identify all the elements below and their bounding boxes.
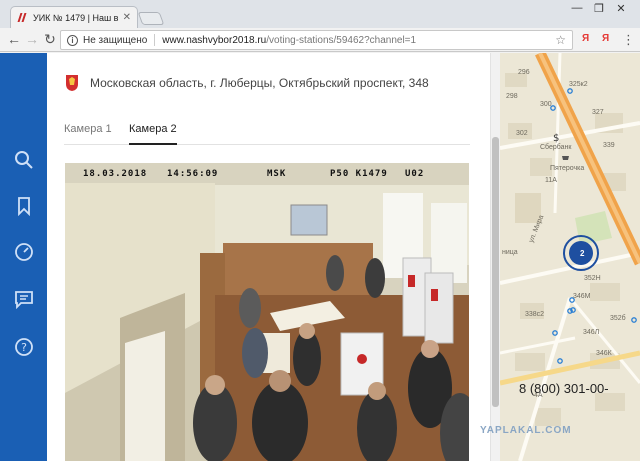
- web-page: ? Московская область, г. Люберцы, Октябр…: [0, 53, 640, 461]
- side-navigation: ?: [0, 53, 47, 461]
- yandex-extension-icon[interactable]: Я: [582, 33, 589, 44]
- browser-tabstrip: УИК № 1479 | Наш выбо ✕ — ❐ ✕: [0, 0, 640, 28]
- map-label: 346М: [573, 293, 591, 300]
- map-label: Сбербанк: [540, 144, 572, 151]
- security-label: Не защищено: [83, 34, 148, 46]
- url-path: /voting-stations/59462?channel=1: [266, 34, 417, 46]
- map-label: 346Л: [583, 329, 600, 336]
- reload-icon[interactable]: ↻: [42, 31, 58, 47]
- browser-menu-icon[interactable]: ⋮: [622, 32, 635, 48]
- tab-camera-2[interactable]: Камера 2: [129, 123, 177, 145]
- dashboard-gauge-icon[interactable]: [14, 242, 34, 262]
- back-icon[interactable]: ←: [6, 31, 22, 47]
- moscow-region-crest-icon: [66, 75, 78, 91]
- site-favicon-icon: [17, 12, 28, 23]
- stations-map[interactable]: $ 2 296 325к2 298 300 327 302 Сбербанк 3…: [500, 53, 640, 461]
- map-label: 352Н: [584, 275, 601, 282]
- polling-room-frame: [65, 163, 469, 461]
- map-label: 346К: [596, 350, 612, 357]
- map-label: 300: [540, 101, 552, 108]
- map-label: 339: [603, 142, 615, 149]
- watermark-text: YAPLAKAL.COM: [480, 425, 572, 436]
- map-label: 338с2: [525, 311, 545, 318]
- map-label: 302: [516, 130, 528, 137]
- video-timezone: MSK: [267, 169, 287, 179]
- map-label: Пятерочка: [550, 165, 585, 172]
- minimize-icon[interactable]: —: [568, 2, 586, 14]
- browser-toolbar: ← → ↻ i Не защищено www.nashvybor2018.ru…: [0, 28, 640, 52]
- map-label: 11А: [545, 177, 557, 184]
- url-host: www.nashvybor2018.ru: [162, 34, 267, 46]
- new-tab-button[interactable]: [137, 12, 165, 25]
- chat-icon[interactable]: [14, 289, 34, 309]
- tab-close-icon[interactable]: ✕: [123, 12, 131, 23]
- camera-video-stream[interactable]: 18.03.2018 14:56:09 MSK P50 K1479 U02: [65, 163, 469, 461]
- map-label: 352б: [610, 315, 626, 322]
- camera-tabs: Камера 1 Камера 2: [64, 123, 470, 145]
- map-label: 325к2: [569, 81, 588, 88]
- address-bar[interactable]: i Не защищено www.nashvybor2018.ru/votin…: [60, 30, 573, 50]
- video-time: 14:56:09: [167, 169, 219, 179]
- svg-text:?: ?: [21, 341, 27, 354]
- video-date: 18.03.2018: [83, 169, 148, 179]
- bookmark-icon[interactable]: [14, 196, 34, 216]
- bookmark-star-icon[interactable]: ☆: [555, 33, 566, 47]
- station-address: Московская область, г. Люберцы, Октябрьс…: [90, 76, 429, 90]
- map-label: 327: [592, 109, 604, 116]
- forward-icon[interactable]: →: [24, 31, 40, 47]
- restore-icon[interactable]: ❐: [590, 2, 608, 15]
- help-icon[interactable]: ?: [14, 337, 34, 357]
- map-label: 298: [506, 93, 518, 100]
- svg-text:$: $: [553, 133, 559, 144]
- map-label: 296: [518, 69, 530, 76]
- yandex-bar-icon[interactable]: Я: [602, 33, 609, 44]
- hotline-phone[interactable]: 8 (800) 301-00-: [519, 381, 609, 396]
- window-close-icon[interactable]: ✕: [612, 2, 630, 15]
- video-station-code: P50 K1479: [330, 169, 388, 179]
- tab-camera-1[interactable]: Камера 1: [64, 123, 112, 145]
- scrollbar-thumb[interactable]: [492, 137, 499, 407]
- map-cluster-count[interactable]: 2: [580, 249, 584, 258]
- browser-tab[interactable]: УИК № 1479 | Наш выбо ✕: [10, 6, 138, 28]
- omnibox-divider: [154, 34, 156, 46]
- search-icon[interactable]: [14, 150, 34, 170]
- map-tiles: $: [500, 53, 640, 461]
- map-label: ница: [502, 249, 518, 256]
- tab-title: УИК № 1479 | Наш выбо: [33, 12, 119, 23]
- info-icon[interactable]: i: [67, 34, 78, 46]
- station-panel: Московская область, г. Люберцы, Октябрьс…: [47, 53, 490, 461]
- video-channel: U02: [405, 169, 425, 179]
- page-scrollbar[interactable]: [490, 53, 500, 461]
